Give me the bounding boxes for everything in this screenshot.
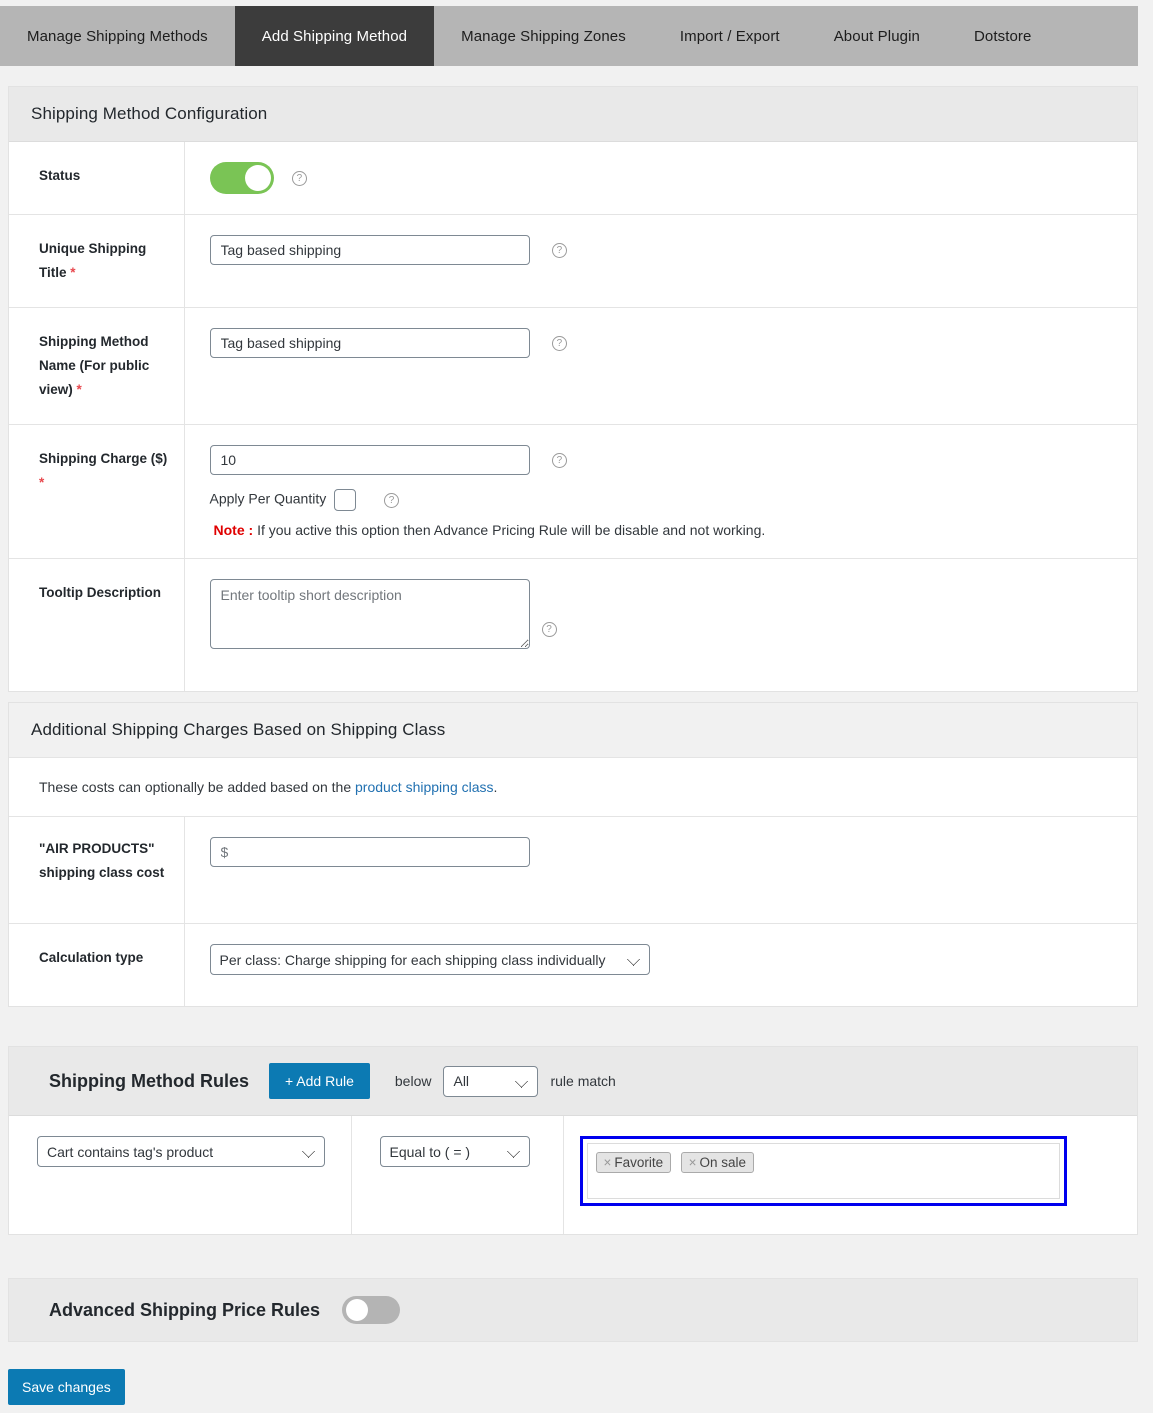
tag-chip-label: Favorite bbox=[614, 1155, 664, 1170]
tab-manage-shipping-zones[interactable]: Manage Shipping Zones bbox=[434, 6, 653, 66]
advanced-shipping-price-rules-bar: Advanced Shipping Price Rules bbox=[8, 1278, 1138, 1342]
save-changes-button[interactable]: Save changes bbox=[8, 1369, 125, 1405]
help-icon[interactable]: ? bbox=[541, 622, 557, 638]
row-status: Status ? bbox=[9, 142, 1137, 215]
required-marker: * bbox=[39, 475, 45, 490]
row-unique-title: Unique Shipping Title * ? bbox=[9, 214, 1137, 308]
public-name-label-text: Shipping Method Name (For public view) bbox=[39, 334, 150, 397]
shipping-method-configuration-panel: Shipping Method Configuration Status ? U… bbox=[8, 86, 1138, 692]
tab-import-export[interactable]: Import / Export bbox=[653, 6, 807, 66]
tab-add-shipping-method[interactable]: Add Shipping Method bbox=[234, 6, 435, 66]
apply-per-quantity-row: Apply Per Quantity ? bbox=[210, 489, 1128, 511]
plugin-tab-bar: Manage Shipping Methods Add Shipping Met… bbox=[0, 6, 1138, 66]
advanced-rules-toggle[interactable] bbox=[342, 1296, 401, 1324]
unique-shipping-title-input[interactable] bbox=[209, 235, 530, 265]
required-marker: * bbox=[70, 265, 76, 280]
shipping-charge-field: ? Apply Per Quantity ? Note : If you act… bbox=[184, 424, 1137, 559]
unique-title-label: Unique Shipping Title * bbox=[9, 214, 185, 308]
rules-header: Shipping Method Rules + Add Rule below A… bbox=[9, 1047, 1137, 1116]
shipping-class-description: These costs can optionally be added base… bbox=[9, 758, 1137, 817]
shipping-charge-input[interactable] bbox=[209, 445, 530, 475]
note-prefix: Note : bbox=[213, 522, 254, 538]
calculation-type-field: Per class: Charge shipping for each ship… bbox=[184, 923, 1137, 1006]
rule-operator-select[interactable]: Equal to ( = )Not Equal to ( != )Greater… bbox=[379, 1136, 530, 1167]
air-products-cost-field bbox=[184, 817, 1137, 924]
apply-per-quantity-label: Apply Per Quantity bbox=[209, 490, 327, 507]
public-name-field: ? bbox=[184, 307, 1137, 425]
advanced-rules-title: Advanced Shipping Price Rules bbox=[49, 1299, 321, 1320]
calculation-type-select[interactable]: Per class: Charge shipping for each ship… bbox=[209, 944, 650, 975]
shipping-class-section-title: Additional Shipping Charges Based on Shi… bbox=[9, 703, 1137, 758]
calculation-type-label: Calculation type bbox=[9, 923, 185, 1006]
help-icon[interactable]: ? bbox=[551, 452, 567, 468]
required-marker: * bbox=[76, 382, 82, 397]
toggle-knob bbox=[346, 1299, 369, 1321]
rule-condition-select[interactable]: Cart contains tag's productCart subtotal… bbox=[37, 1136, 325, 1167]
row-public-name: Shipping Method Name (For public view) *… bbox=[9, 307, 1137, 425]
rule-condition-cell: Cart contains tag's productCart subtotal… bbox=[9, 1116, 352, 1234]
shipping-class-table: "AIR PRODUCTS" shipping class cost Calcu… bbox=[9, 817, 1137, 1006]
shipping-charge-label-text: Shipping Charge ($) bbox=[39, 451, 168, 466]
shipping-charge-label: Shipping Charge ($) * bbox=[9, 424, 185, 559]
description-prefix: These costs can optionally be added base… bbox=[39, 779, 355, 795]
shipping-method-rules-panel: Shipping Method Rules + Add Rule below A… bbox=[8, 1046, 1138, 1235]
unique-title-field: ? bbox=[184, 214, 1137, 308]
status-toggle[interactable] bbox=[209, 162, 274, 194]
note-text: If you active this option then Advance P… bbox=[257, 522, 766, 538]
rules-title: Shipping Method Rules bbox=[49, 1070, 249, 1091]
below-label: below bbox=[394, 1073, 432, 1089]
rule-operator-cell: Equal to ( = )Not Equal to ( != )Greater… bbox=[351, 1116, 564, 1234]
additional-shipping-charges-panel: Additional Shipping Charges Based on Shi… bbox=[8, 702, 1138, 1007]
tab-manage-shipping-methods[interactable]: Manage Shipping Methods bbox=[0, 6, 235, 66]
tooltip-description-textarea[interactable] bbox=[209, 579, 530, 649]
shipping-method-name-input[interactable] bbox=[209, 328, 530, 358]
tooltip-description-label: Tooltip Description bbox=[9, 558, 185, 691]
product-shipping-class-link[interactable]: product shipping class bbox=[355, 779, 494, 795]
advance-pricing-note: Note : If you active this option then Ad… bbox=[210, 522, 1128, 538]
tag-select-field[interactable]: × Favorite × On sale bbox=[586, 1143, 1060, 1199]
remove-tag-icon[interactable]: × bbox=[604, 1155, 612, 1170]
public-name-label: Shipping Method Name (For public view) * bbox=[9, 307, 185, 425]
status-label: Status bbox=[9, 142, 185, 215]
table-row: Cart contains tag's productCart subtotal… bbox=[9, 1116, 1137, 1234]
tag-select-highlight: × Favorite × On sale bbox=[579, 1136, 1067, 1206]
help-icon[interactable]: ? bbox=[551, 242, 567, 258]
config-section-title: Shipping Method Configuration bbox=[9, 87, 1137, 142]
row-shipping-charge: Shipping Charge ($) * ? Apply Per Quanti… bbox=[9, 424, 1137, 559]
tooltip-description-field: ? bbox=[184, 558, 1137, 691]
help-icon[interactable]: ? bbox=[384, 492, 400, 508]
tag-chip[interactable]: × Favorite bbox=[595, 1152, 672, 1173]
row-tooltip-description: Tooltip Description ? bbox=[9, 558, 1137, 691]
row-calculation-type: Calculation type Per class: Charge shipp… bbox=[9, 923, 1137, 1006]
tag-chip-label: On sale bbox=[699, 1155, 747, 1170]
rule-value-cell: × Favorite × On sale bbox=[563, 1116, 1137, 1234]
air-products-class-cost-input[interactable] bbox=[209, 837, 530, 867]
help-icon[interactable]: ? bbox=[551, 335, 567, 351]
remove-tag-icon[interactable]: × bbox=[689, 1155, 697, 1170]
description-suffix: . bbox=[493, 779, 498, 795]
add-rule-button[interactable]: + Add Rule bbox=[269, 1063, 370, 1099]
rule-match-label: rule match bbox=[550, 1073, 616, 1089]
status-field: ? bbox=[184, 142, 1137, 215]
toggle-knob bbox=[244, 165, 271, 191]
rule-match-select[interactable]: AllAny bbox=[443, 1065, 539, 1097]
tag-chip[interactable]: × On sale bbox=[680, 1152, 755, 1173]
config-form-table: Status ? Unique Shipping Title * ? Shipp… bbox=[9, 142, 1137, 691]
air-products-cost-label: "AIR PRODUCTS" shipping class cost bbox=[9, 817, 185, 924]
row-air-products-cost: "AIR PRODUCTS" shipping class cost bbox=[9, 817, 1137, 924]
apply-per-quantity-checkbox[interactable] bbox=[334, 489, 357, 511]
tab-about-plugin[interactable]: About Plugin bbox=[807, 6, 947, 66]
tab-dotstore[interactable]: Dotstore bbox=[947, 6, 1059, 66]
help-icon[interactable]: ? bbox=[291, 170, 307, 186]
rules-table: Cart contains tag's productCart subtotal… bbox=[9, 1116, 1137, 1234]
unique-title-label-text: Unique Shipping Title bbox=[39, 241, 147, 280]
